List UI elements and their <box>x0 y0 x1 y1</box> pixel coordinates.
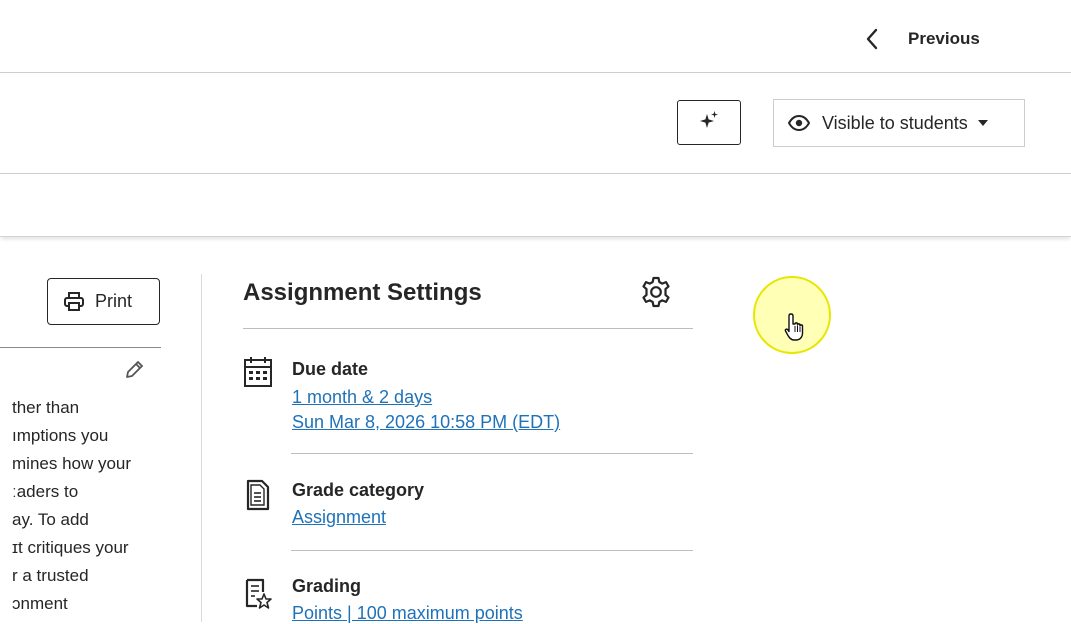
due-date-title: Due date <box>292 359 369 379</box>
instructions-text: ther than ımptions you mines how your ːa… <box>12 394 162 622</box>
grading-icon <box>243 578 273 610</box>
document-icon <box>243 479 273 511</box>
column-divider <box>201 274 202 622</box>
text-line: mines how your <box>12 454 132 473</box>
text-line: ımptions you <box>12 426 109 445</box>
text-line: ɪt critiques your <box>12 538 129 557</box>
text-line: ther than <box>12 398 80 417</box>
visibility-label: Visible to students <box>822 112 968 133</box>
pencil-icon[interactable] <box>123 359 147 383</box>
settings-divider <box>243 328 693 329</box>
chevron-left-icon <box>862 22 882 56</box>
previous-label: Previous <box>908 29 980 48</box>
due-date-link[interactable]: Sun Mar 8, 2026 10:58 PM (EDT) <box>292 412 560 433</box>
text-line: ːaders to <box>12 482 79 501</box>
settings-divider <box>291 453 693 454</box>
printer-icon <box>64 291 86 313</box>
grade-category-link[interactable]: Assignment <box>292 507 386 528</box>
gear-icon <box>639 275 673 314</box>
hand-cursor-icon <box>783 312 809 342</box>
calendar-icon <box>243 356 273 388</box>
print-label: Print <box>95 291 133 311</box>
print-button[interactable]: Print <box>47 278 160 325</box>
text-line: ay. To add <box>12 510 89 529</box>
settings-title: Assignment Settings <box>243 279 482 306</box>
grade-category-title: Grade category <box>292 480 425 500</box>
text-line: ɔnment <box>12 594 68 613</box>
caret-down-icon <box>977 117 990 129</box>
top-bar: Previous <box>0 0 1071 73</box>
text-line: r a trusted <box>12 566 89 585</box>
ai-assist-button[interactable] <box>677 100 741 145</box>
content-area: Print ther than ımptions you mines how y… <box>0 242 1071 624</box>
due-date-relative-link[interactable]: 1 month & 2 days <box>292 387 432 408</box>
left-divider <box>0 347 161 348</box>
header-band <box>0 174 1071 237</box>
grading-title: Grading <box>292 576 362 596</box>
settings-button[interactable] <box>636 274 676 314</box>
visibility-dropdown[interactable]: Visible to students <box>773 99 1025 147</box>
eye-icon <box>788 111 812 135</box>
toolbar: Visible to students <box>0 73 1071 174</box>
previous-button[interactable]: Previous <box>862 22 980 56</box>
sparkle-icon <box>698 109 720 136</box>
settings-divider <box>291 550 693 551</box>
grading-link[interactable]: Points | 100 maximum points <box>292 603 523 624</box>
